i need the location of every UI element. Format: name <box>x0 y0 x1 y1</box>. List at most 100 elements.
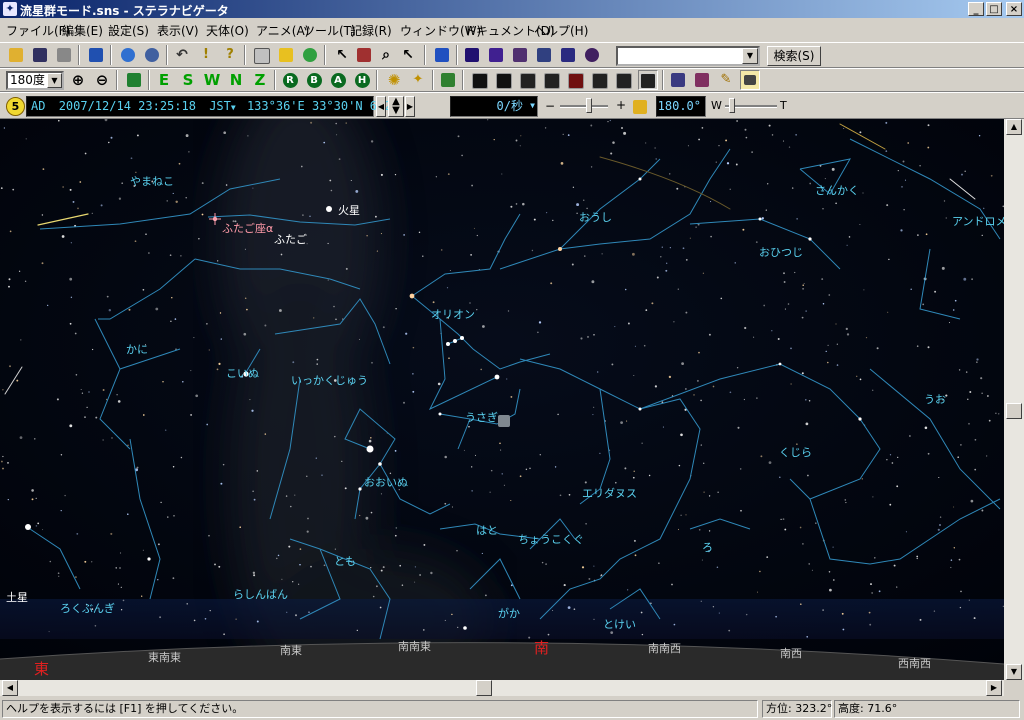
rotation-display[interactable]: 180.0° <box>656 96 706 117</box>
vertical-scrollbar[interactable]: ▲ ▼ <box>1004 119 1024 680</box>
pointer-tool-button[interactable]: ↖ <box>332 45 352 65</box>
print-button[interactable] <box>54 45 74 65</box>
search-button[interactable]: 検索(S) <box>767 46 821 66</box>
grid4-button[interactable] <box>542 70 562 90</box>
minimize-button[interactable]: _ <box>968 2 984 16</box>
time-forward-button[interactable]: ▶ <box>405 96 415 117</box>
chevron-down-icon[interactable]: ▼ <box>530 97 535 115</box>
zoom-select[interactable]: 180度 ▼ <box>6 71 64 90</box>
grid2-button[interactable] <box>494 70 514 90</box>
scroll-right-button[interactable]: ▶ <box>986 680 1002 696</box>
camera-button[interactable] <box>740 70 760 90</box>
drag-tool-button[interactable]: ↖ <box>398 45 418 65</box>
zoom-in-button[interactable]: ⊕ <box>68 70 88 90</box>
fov-slider[interactable] <box>725 98 777 113</box>
grid1-button[interactable] <box>470 70 490 90</box>
now-button[interactable] <box>276 45 296 65</box>
edit-button[interactable]: ✎ <box>716 70 736 90</box>
layer4-button[interactable] <box>534 45 554 65</box>
realtime-button[interactable] <box>630 97 650 117</box>
speed-display[interactable]: 0/秒 ▼ <box>450 96 538 117</box>
grid7-button[interactable] <box>614 70 634 90</box>
rotate-r-button[interactable]: R <box>280 70 300 90</box>
menu-help[interactable]: ヘルプ(H) <box>534 22 588 39</box>
direction-north-button[interactable]: N <box>226 70 246 90</box>
background-star <box>953 547 955 549</box>
horizontal-scrollbar[interactable]: ◀ ▶ <box>0 680 1004 696</box>
grid8-button[interactable] <box>638 70 658 90</box>
background-star <box>842 628 845 631</box>
earth-button[interactable] <box>300 45 320 65</box>
star-button[interactable]: ✦ <box>408 70 428 90</box>
scroll-thumb[interactable] <box>1006 403 1022 419</box>
grid3-button[interactable] <box>518 70 538 90</box>
grid6-button[interactable] <box>590 70 610 90</box>
search-input[interactable]: ▼ <box>616 46 760 66</box>
globe-settings-button[interactable] <box>118 45 138 65</box>
scroll-down-button[interactable]: ▼ <box>1006 664 1022 680</box>
close-button[interactable]: × <box>1006 2 1022 16</box>
layer3-button[interactable] <box>510 45 530 65</box>
scroll-up-button[interactable]: ▲ <box>1006 119 1022 135</box>
background-star <box>632 476 635 479</box>
reset-view-button[interactable] <box>124 70 144 90</box>
direction-zenith-button[interactable]: Z <box>250 70 270 90</box>
menu-file[interactable]: ファイル(F) <box>6 22 70 39</box>
sky-settings-button[interactable] <box>142 45 162 65</box>
layer2-button[interactable] <box>486 45 506 65</box>
bright-star-button[interactable]: ✺ <box>384 70 404 90</box>
help-button[interactable]: ? <box>220 45 240 65</box>
rotate-a-button[interactable]: A <box>328 70 348 90</box>
sky-view[interactable]: やまねこ 火星 ふたご座α ふたご おうし さんかく アンドロメダ おひつじ オ… <box>0 119 1004 680</box>
layer1-button[interactable] <box>462 45 482 65</box>
chevron-down-icon[interactable]: ▼ <box>231 103 236 112</box>
scroll-thumb[interactable] <box>476 680 492 696</box>
grid5-button[interactable] <box>566 70 586 90</box>
direction-east-button[interactable]: E <box>154 70 174 90</box>
screen-button[interactable] <box>86 45 106 65</box>
zoom-tool-button[interactable]: ⌕ <box>376 45 396 65</box>
slider-thumb[interactable] <box>729 98 735 113</box>
time-back-button[interactable]: ◀ <box>376 96 386 117</box>
speed-slider[interactable] <box>560 98 608 113</box>
chart-button[interactable] <box>252 45 272 65</box>
table-button[interactable] <box>668 70 688 90</box>
rotate-b-button[interactable]: B <box>304 70 324 90</box>
direction-west-button[interactable]: W <box>202 70 222 90</box>
milkyway-button[interactable] <box>432 45 452 65</box>
label-horologium: とけい <box>603 618 636 631</box>
datetime-display[interactable]: AD 2007/12/14 23:25:18 JST▼ 133°36'E 33°… <box>26 96 391 117</box>
background-star <box>590 124 593 127</box>
direction-south-button[interactable]: S <box>178 70 198 90</box>
step-badge[interactable]: 5 <box>6 97 25 116</box>
chevron-down-icon[interactable]: ▼ <box>742 48 758 64</box>
landscape-button[interactable] <box>438 70 458 90</box>
background-star <box>31 489 34 492</box>
rotate-h-button[interactable]: H <box>352 70 372 90</box>
menu-objects[interactable]: 天体(O) <box>206 22 249 39</box>
layer5-button[interactable] <box>558 45 578 65</box>
menu-edit[interactable]: 編集(E) <box>62 22 103 39</box>
background-star <box>134 240 137 243</box>
info-button[interactable]: ! <box>196 45 216 65</box>
menu-record[interactable]: 記録(R) <box>350 22 392 39</box>
chevron-down-icon[interactable]: ▼ <box>47 73 62 88</box>
save-button[interactable] <box>30 45 50 65</box>
layer6-button[interactable] <box>582 45 602 65</box>
zoom-out-button[interactable]: ⊖ <box>92 70 112 90</box>
slider-thumb[interactable] <box>586 98 592 113</box>
menu-tools[interactable]: ツール(T) <box>303 22 356 39</box>
select-tool-button[interactable] <box>354 45 374 65</box>
time-spinner[interactable]: ▲ ▼ <box>388 96 404 117</box>
menu-settings[interactable]: 設定(S) <box>108 22 149 39</box>
background-star <box>803 283 805 285</box>
list-button[interactable] <box>692 70 712 90</box>
background-star <box>916 557 918 560</box>
undo-button[interactable]: ↶ <box>172 45 192 65</box>
maximize-button[interactable]: □ <box>986 2 1002 16</box>
menu-anime[interactable]: アニメ(A) <box>256 22 309 39</box>
scroll-left-button[interactable]: ◀ <box>2 680 18 696</box>
open-folder-button[interactable] <box>6 45 26 65</box>
menu-view[interactable]: 表示(V) <box>157 22 199 39</box>
background-star <box>987 395 989 397</box>
